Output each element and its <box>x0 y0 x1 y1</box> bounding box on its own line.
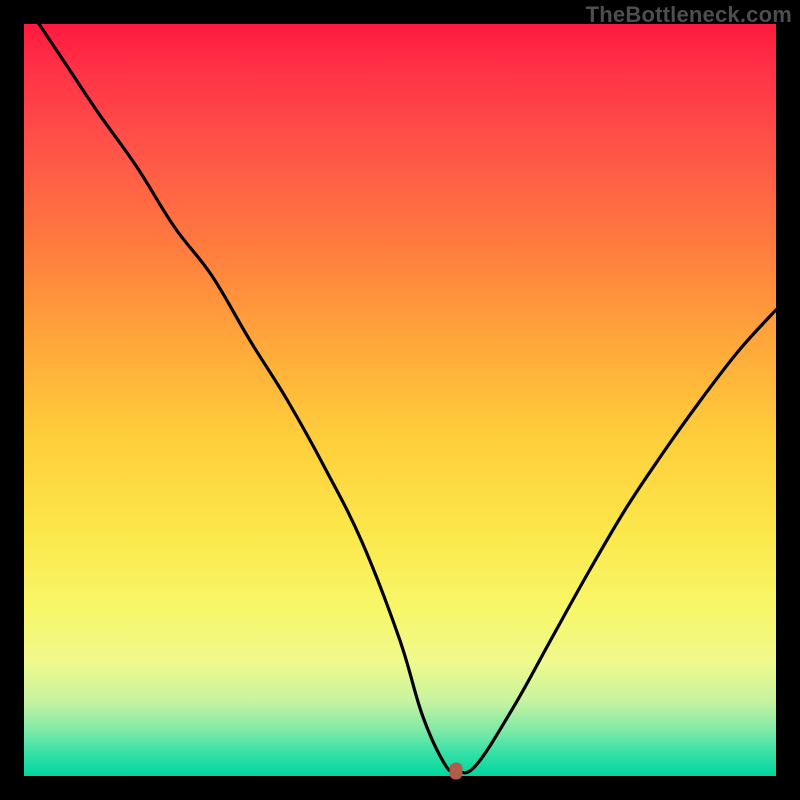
chart-frame: TheBottleneck.com <box>0 0 800 800</box>
bottleneck-curve <box>24 24 776 776</box>
watermark-text: TheBottleneck.com <box>586 2 792 28</box>
optimal-point-marker <box>450 762 463 779</box>
plot-area <box>24 24 776 776</box>
